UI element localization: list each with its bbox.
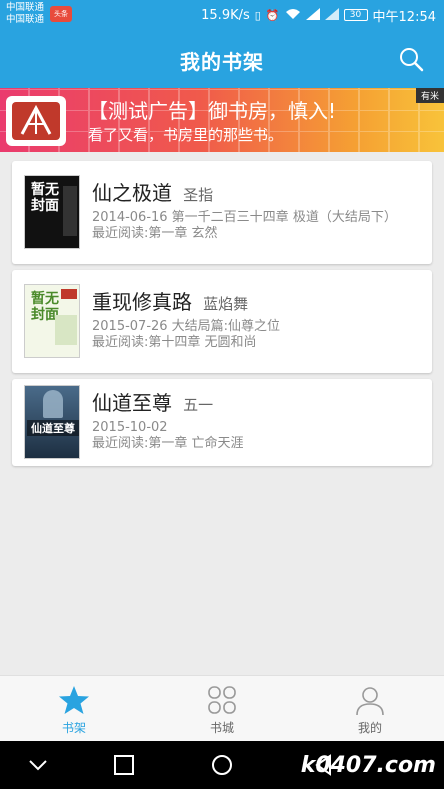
tab-bookshelf[interactable]: 书架: [0, 676, 148, 742]
signal-icon: [305, 7, 320, 23]
news-app-badge: 头条: [50, 6, 72, 22]
ad-tag: 有米: [415, 88, 444, 103]
chevron-down-icon[interactable]: [26, 753, 50, 777]
signal-2-icon: [324, 7, 339, 23]
network-speed: 15.9K/s: [201, 7, 250, 23]
carrier-line-1: 中国联通: [6, 2, 45, 13]
user-icon: [354, 684, 386, 716]
star-icon: [58, 684, 90, 716]
recents-icon[interactable]: [112, 753, 136, 777]
system-nav-bar: k0407.com: [0, 741, 444, 789]
book-item[interactable]: 仙道至尊 仙道至尊 五一 2015-10-02 最近阅读:第一章 亡命天涯: [12, 379, 432, 466]
carrier-line-2: 中国联通: [6, 14, 45, 25]
cover-text: 仙道至尊: [27, 420, 79, 436]
status-bar: 中国联通 中国联通 头条 15.9K/s ▯ ⏰ 30 中午12:54: [0, 0, 444, 30]
book-recent-read: 最近阅读:第十四章 无圆和尚: [92, 335, 257, 350]
book-item[interactable]: 暂无封面 重现修真路 蓝焰舞 2015-07-26 大结局篇:仙尊之位 最近阅读…: [12, 270, 432, 373]
book-cover: 仙道至尊: [24, 385, 80, 459]
carrier-info: 中国联通 中国联通: [6, 2, 44, 26]
page-title: 我的书架: [180, 50, 264, 74]
app-header: 我的书架: [0, 30, 444, 88]
ad-subtitle: 看了又看，书房里的那些书。: [88, 126, 284, 144]
tab-label: 我的: [357, 721, 382, 735]
book-recent-read: 最近阅读:第一章 亡命天涯: [92, 436, 244, 451]
ad-logo: [6, 96, 66, 146]
tab-label: 书架: [61, 721, 86, 735]
book-info: 仙之极道 圣指 2014-06-16 第一千二百三十四章 极道（大结局下） 最近…: [92, 177, 422, 242]
ad-title: 【测试广告】御书房，慎入!: [88, 99, 337, 123]
book-author: 圣指: [183, 186, 214, 204]
book-title: 仙道至尊: [92, 391, 172, 415]
book-author: 蓝焰舞: [203, 295, 249, 313]
cover-text: 暂无封面: [31, 182, 59, 214]
search-icon[interactable]: [398, 46, 424, 72]
book-cover: 暂无封面: [24, 175, 80, 249]
tab-label: 书城: [209, 721, 234, 735]
battery-icon: 30: [343, 9, 368, 21]
book-recent-read: 最近阅读:第一章 玄然: [92, 226, 218, 241]
book-cover: 暂无封面: [24, 284, 80, 358]
status-indicators: 15.9K/s ▯ ⏰ 30 中午12:54: [201, 6, 436, 25]
book-latest-chapter: 2014-06-16 第一千二百三十四章 极道（大结局下）: [92, 210, 397, 225]
book-title: 重现修真路: [92, 290, 192, 314]
clock: 中午12:54: [372, 9, 436, 25]
tab-mine[interactable]: 我的: [296, 676, 444, 742]
tab-bookstore[interactable]: 书城: [148, 676, 296, 742]
alarm-icon: ⏰: [265, 8, 280, 22]
book-info: 重现修真路 蓝焰舞 2015-07-26 大结局篇:仙尊之位 最近阅读:第十四章…: [92, 286, 422, 351]
book-info: 仙道至尊 五一 2015-10-02 最近阅读:第一章 亡命天涯: [92, 387, 422, 452]
bottom-tab-bar: 书架 书城 我的: [0, 675, 444, 741]
book-author: 五一: [183, 396, 214, 414]
book-item[interactable]: 暂无封面 仙之极道 圣指 2014-06-16 第一千二百三十四章 极道（大结局…: [12, 161, 432, 264]
vibrate-icon: ▯: [254, 8, 261, 22]
book-list: 暂无封面 仙之极道 圣指 2014-06-16 第一千二百三十四章 极道（大结局…: [12, 161, 432, 472]
grid-icon: [206, 684, 238, 716]
wifi-icon: [285, 8, 301, 23]
book-title: 仙之极道: [92, 181, 172, 205]
home-icon[interactable]: [210, 753, 234, 777]
watermark: k0407.com: [300, 753, 436, 778]
book-latest-chapter: 2015-07-26 大结局篇:仙尊之位: [92, 319, 281, 334]
ad-banner[interactable]: 【测试广告】御书房，慎入! 看了又看，书房里的那些书。 有米: [0, 88, 444, 152]
book-latest-chapter: 2015-10-02: [92, 420, 168, 435]
